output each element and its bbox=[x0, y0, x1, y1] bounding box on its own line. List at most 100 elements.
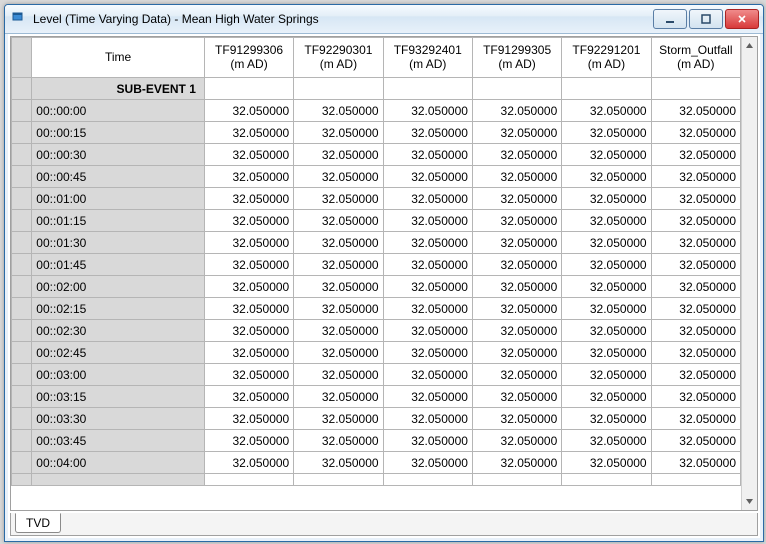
value-cell[interactable]: 32.050000 bbox=[294, 232, 383, 254]
column-header[interactable]: Storm_Outfall(m AD) bbox=[651, 38, 740, 78]
value-cell[interactable]: 32.050000 bbox=[294, 364, 383, 386]
value-cell[interactable]: 32.050000 bbox=[472, 276, 561, 298]
row-handle[interactable] bbox=[12, 452, 32, 474]
value-cell[interactable]: 32.050000 bbox=[383, 430, 472, 452]
value-cell[interactable]: 32.050000 bbox=[294, 430, 383, 452]
value-cell[interactable]: 32.050000 bbox=[383, 166, 472, 188]
value-cell[interactable]: 32.050000 bbox=[472, 254, 561, 276]
time-cell[interactable]: 00::03:45 bbox=[32, 430, 205, 452]
time-cell[interactable]: 00::02:15 bbox=[32, 298, 205, 320]
row-handle[interactable] bbox=[12, 408, 32, 430]
value-cell[interactable]: 32.050000 bbox=[204, 144, 293, 166]
value-cell[interactable]: 32.050000 bbox=[204, 188, 293, 210]
value-cell[interactable]: 32.050000 bbox=[472, 386, 561, 408]
value-cell[interactable]: 32.050000 bbox=[383, 100, 472, 122]
value-cell[interactable]: 32.050000 bbox=[294, 386, 383, 408]
scroll-down-arrow-icon[interactable] bbox=[742, 493, 757, 510]
value-cell[interactable]: 32.050000 bbox=[294, 210, 383, 232]
value-cell[interactable]: 32.050000 bbox=[472, 320, 561, 342]
close-button[interactable] bbox=[725, 9, 759, 29]
row-handle[interactable] bbox=[12, 430, 32, 452]
time-cell[interactable]: 00::03:15 bbox=[32, 386, 205, 408]
value-cell[interactable]: 32.050000 bbox=[651, 188, 740, 210]
value-cell[interactable]: 32.050000 bbox=[294, 298, 383, 320]
value-cell[interactable]: 32.050000 bbox=[562, 210, 651, 232]
value-cell[interactable]: 32.050000 bbox=[294, 408, 383, 430]
value-cell[interactable]: 32.050000 bbox=[383, 276, 472, 298]
value-cell[interactable]: 32.050000 bbox=[204, 254, 293, 276]
value-cell[interactable]: 32.050000 bbox=[383, 188, 472, 210]
value-cell[interactable]: 32.050000 bbox=[651, 166, 740, 188]
value-cell[interactable]: 32.050000 bbox=[562, 254, 651, 276]
value-cell[interactable]: 32.050000 bbox=[472, 408, 561, 430]
value-cell[interactable]: 32.050000 bbox=[562, 386, 651, 408]
titlebar[interactable]: Level (Time Varying Data) - Mean High Wa… bbox=[5, 5, 763, 34]
value-cell[interactable]: 32.050000 bbox=[383, 232, 472, 254]
time-cell[interactable] bbox=[32, 474, 205, 486]
value-cell[interactable]: 32.050000 bbox=[294, 320, 383, 342]
row-handle[interactable] bbox=[12, 78, 32, 100]
value-cell[interactable]: 32.050000 bbox=[651, 408, 740, 430]
time-cell[interactable]: 00::00:45 bbox=[32, 166, 205, 188]
row-handle[interactable] bbox=[12, 210, 32, 232]
value-cell[interactable]: 32.050000 bbox=[383, 122, 472, 144]
value-cell[interactable]: 32.050000 bbox=[294, 122, 383, 144]
value-cell[interactable]: 32.050000 bbox=[383, 364, 472, 386]
value-cell[interactable]: 32.050000 bbox=[204, 210, 293, 232]
value-cell[interactable]: 32.050000 bbox=[472, 430, 561, 452]
time-cell[interactable]: 00::00:15 bbox=[32, 122, 205, 144]
value-cell[interactable]: 32.050000 bbox=[562, 452, 651, 474]
value-cell[interactable]: 32.050000 bbox=[562, 166, 651, 188]
time-cell[interactable]: 00::04:00 bbox=[32, 452, 205, 474]
row-handle[interactable] bbox=[12, 320, 32, 342]
value-cell[interactable]: 32.050000 bbox=[204, 100, 293, 122]
value-cell[interactable]: 32.050000 bbox=[294, 254, 383, 276]
value-cell[interactable]: 32.050000 bbox=[651, 122, 740, 144]
value-cell[interactable]: 32.050000 bbox=[651, 386, 740, 408]
value-cell[interactable]: 32.050000 bbox=[294, 100, 383, 122]
value-cell[interactable]: 32.050000 bbox=[204, 320, 293, 342]
value-cell[interactable]: 32.050000 bbox=[472, 210, 561, 232]
value-cell[interactable]: 32.050000 bbox=[383, 452, 472, 474]
value-cell[interactable]: 32.050000 bbox=[294, 276, 383, 298]
value-cell[interactable]: 32.050000 bbox=[472, 122, 561, 144]
time-cell[interactable]: 00::01:30 bbox=[32, 232, 205, 254]
value-cell[interactable]: 32.050000 bbox=[651, 276, 740, 298]
value-cell[interactable]: 32.050000 bbox=[651, 430, 740, 452]
value-cell[interactable]: 32.050000 bbox=[294, 188, 383, 210]
value-cell[interactable]: 32.050000 bbox=[204, 342, 293, 364]
value-cell[interactable]: 32.050000 bbox=[383, 144, 472, 166]
value-cell[interactable]: 32.050000 bbox=[383, 320, 472, 342]
value-cell[interactable]: 32.050000 bbox=[472, 166, 561, 188]
value-cell[interactable]: 32.050000 bbox=[562, 144, 651, 166]
value-cell[interactable]: 32.050000 bbox=[472, 364, 561, 386]
value-cell[interactable]: 32.050000 bbox=[562, 276, 651, 298]
value-cell[interactable]: 32.050000 bbox=[562, 364, 651, 386]
value-cell[interactable]: 32.050000 bbox=[651, 232, 740, 254]
grid-scroll[interactable]: Time TF91299306(m AD)TF92290301(m AD)TF9… bbox=[11, 37, 741, 510]
maximize-button[interactable] bbox=[689, 9, 723, 29]
value-cell[interactable]: 32.050000 bbox=[472, 232, 561, 254]
value-cell[interactable]: 32.050000 bbox=[562, 100, 651, 122]
value-cell[interactable]: 32.050000 bbox=[651, 320, 740, 342]
time-cell[interactable]: 00::00:30 bbox=[32, 144, 205, 166]
value-cell[interactable]: 32.050000 bbox=[651, 254, 740, 276]
subevent-label[interactable]: SUB-EVENT 1 bbox=[32, 78, 205, 100]
value-cell[interactable]: 32.050000 bbox=[294, 452, 383, 474]
value-cell[interactable]: 32.050000 bbox=[651, 342, 740, 364]
value-cell[interactable]: 32.050000 bbox=[204, 298, 293, 320]
value-cell[interactable]: 32.050000 bbox=[651, 364, 740, 386]
row-handle[interactable] bbox=[12, 276, 32, 298]
value-cell[interactable]: 32.050000 bbox=[562, 122, 651, 144]
value-cell[interactable]: 32.050000 bbox=[651, 144, 740, 166]
value-cell[interactable]: 32.050000 bbox=[562, 298, 651, 320]
value-cell[interactable]: 32.050000 bbox=[651, 298, 740, 320]
row-handle[interactable] bbox=[12, 166, 32, 188]
row-handle[interactable] bbox=[12, 122, 32, 144]
minimize-button[interactable] bbox=[653, 9, 687, 29]
value-cell[interactable]: 32.050000 bbox=[651, 452, 740, 474]
value-cell[interactable]: 32.050000 bbox=[472, 452, 561, 474]
row-handle[interactable] bbox=[12, 100, 32, 122]
value-cell[interactable]: 32.050000 bbox=[562, 320, 651, 342]
value-cell[interactable]: 32.050000 bbox=[204, 122, 293, 144]
